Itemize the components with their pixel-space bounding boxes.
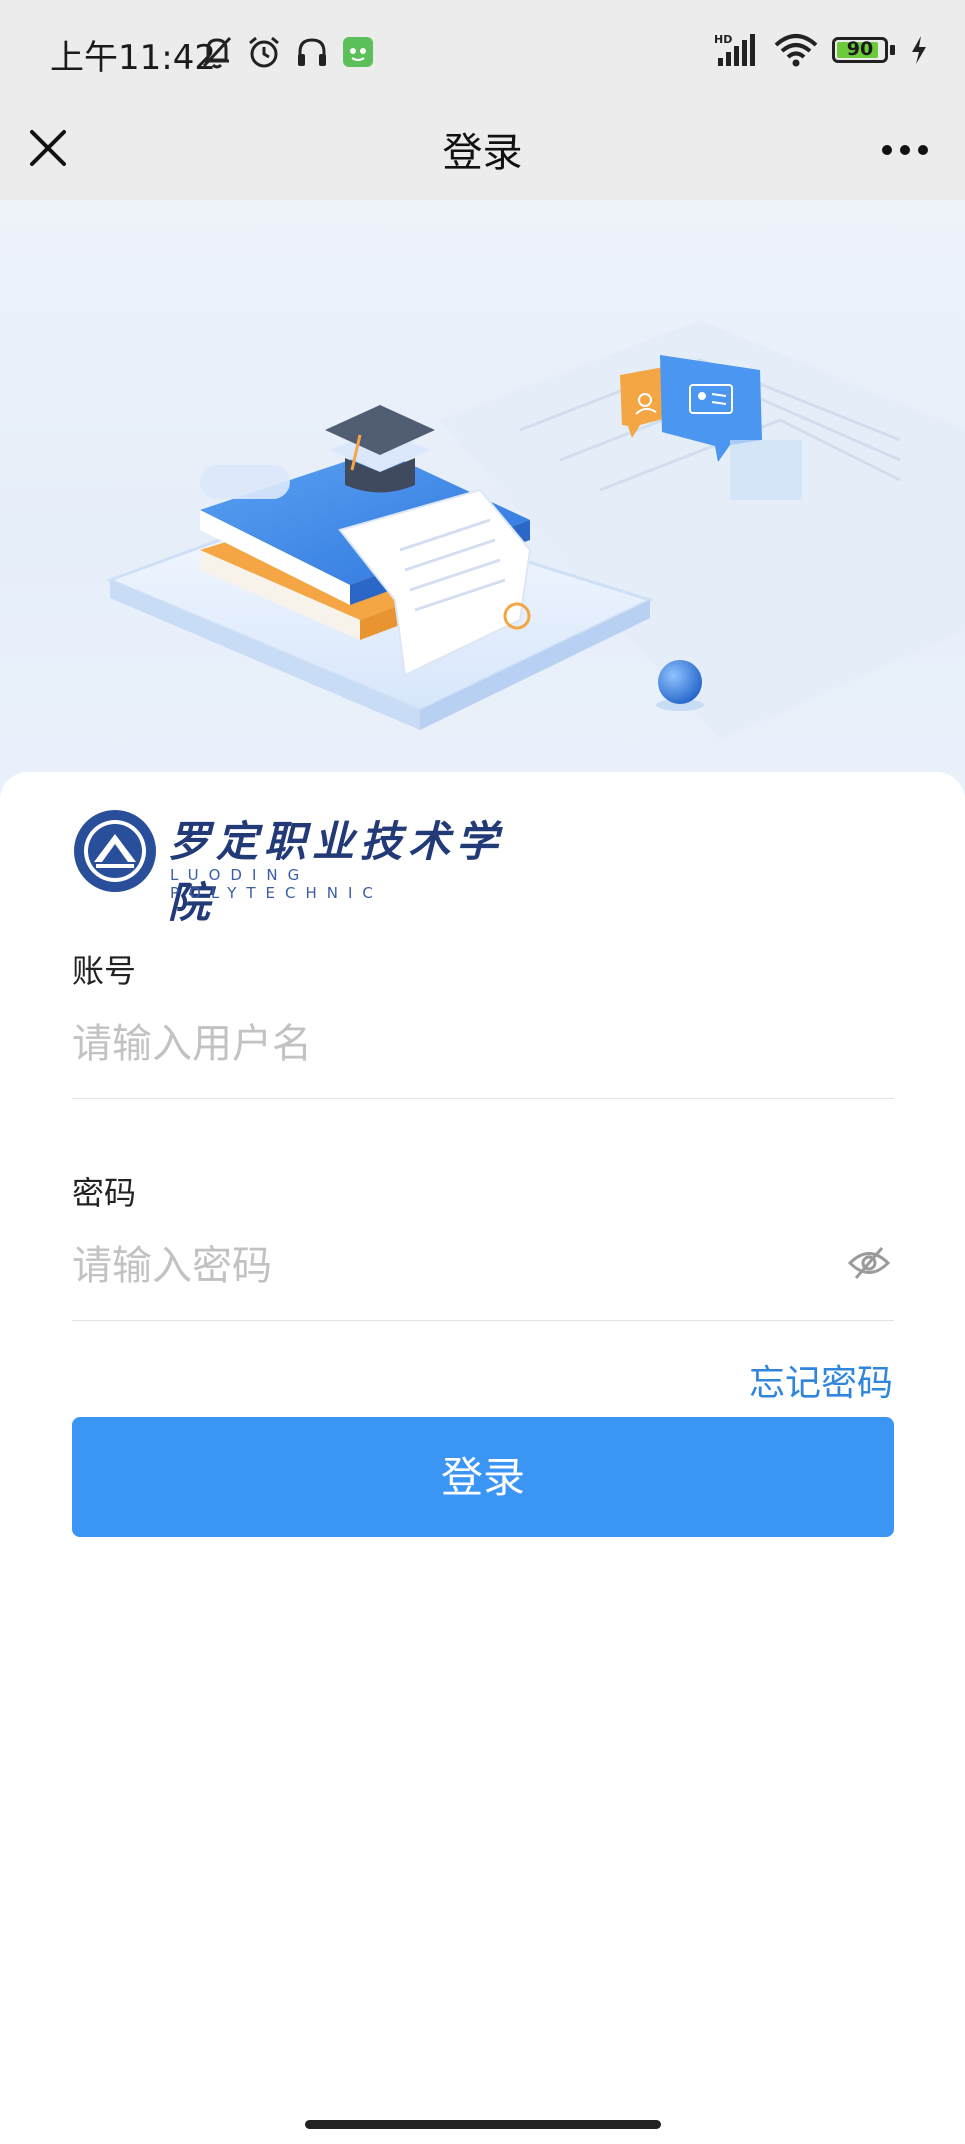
status-time: 上午11:42	[50, 38, 216, 78]
eye-hidden-icon[interactable]	[846, 1246, 892, 1280]
nav-bar: 登录	[0, 108, 965, 200]
account-field	[72, 1014, 894, 1099]
password-input[interactable]	[72, 1236, 792, 1296]
account-label: 账号	[72, 952, 137, 990]
status-right: HD 90	[714, 32, 929, 68]
school-logo: 罗定职业技术学院 LUODING POLYTECHNIC	[72, 808, 532, 927]
signal-icon: HD	[714, 33, 755, 66]
bell-muted-icon	[202, 36, 232, 69]
account-input[interactable]	[72, 1014, 792, 1074]
forgot-password-link[interactable]: 忘记密码	[749, 1354, 893, 1406]
network-type-text: HD	[714, 33, 732, 46]
education-illustration	[105, 320, 965, 740]
password-field	[72, 1236, 894, 1321]
battery-icon: 90	[832, 37, 888, 63]
status-bar: 上午11:42 HD 90	[0, 0, 965, 108]
banner-illustration	[0, 200, 965, 800]
home-indicator[interactable]	[305, 2120, 661, 2129]
page-title: 登录	[442, 130, 523, 176]
battery-level: 90	[846, 38, 874, 60]
alarm-icon	[249, 36, 279, 68]
app-notification-icon	[343, 37, 373, 67]
password-label: 密码	[72, 1174, 137, 1212]
charging-icon	[912, 36, 926, 64]
school-emblem-icon	[74, 810, 156, 892]
login-button[interactable]: 登录	[72, 1417, 894, 1537]
status-left-icons	[200, 34, 374, 70]
battery-tip	[890, 45, 895, 55]
headphones-icon	[298, 38, 326, 66]
more-icon[interactable]	[869, 120, 941, 180]
wifi-icon	[774, 34, 818, 67]
school-name-en: LUODING POLYTECHNIC	[170, 866, 383, 902]
